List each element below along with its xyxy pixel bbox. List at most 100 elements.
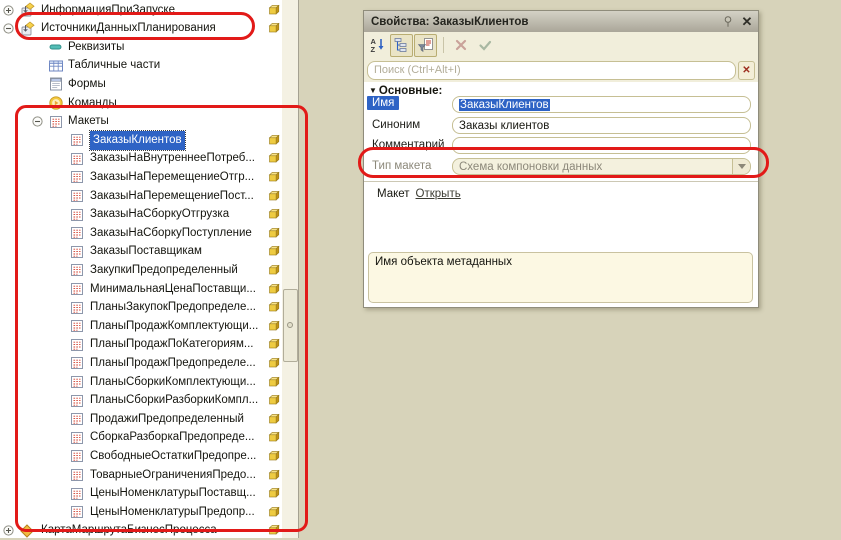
property-label[interactable]: Синоним (372, 119, 420, 131)
property-label[interactable]: Комментарий (372, 139, 444, 151)
tree-item[interactable]: Макеты (0, 112, 282, 131)
delete-button[interactable] (449, 34, 472, 57)
tree-item[interactable]: ЗаказыНаВнутреннееПотреб... (0, 149, 282, 168)
property-row: Тип макета Схема компоновки данных (364, 158, 758, 176)
tree-item-label: ИсточникиДанныхПланирования (41, 19, 216, 38)
tree-item[interactable]: СвободныеОстаткиПредопре... (0, 447, 282, 466)
captured-object-icon (268, 227, 280, 239)
tree-item[interactable]: СборкаРазборкаПредопреде... (0, 428, 282, 447)
close-icon[interactable]: ✕ (736, 14, 758, 30)
property-row: Имя ЗаказыКлиентов (364, 96, 758, 114)
tree-item[interactable]: ПланыСборкиРазборкиКомпл... (0, 391, 282, 410)
tree-item[interactable]: ЗаказыКлиентов (0, 131, 282, 150)
tree-item[interactable]: ПланыПродажПредопределе... (0, 354, 282, 373)
tree-item-label: ЗаказыНаВнутреннееПотреб... (90, 149, 255, 168)
tree-item-label: ЗаказыНаСборкуОтгрузка (90, 205, 229, 224)
tree-item-label: ПланыПродажПредопределе... (90, 354, 256, 373)
property-label[interactable]: Тип макета (372, 160, 431, 172)
tree-scrollbar[interactable] (282, 0, 299, 538)
property-row: Комментарий (364, 137, 758, 155)
tree-item[interactable]: ЦеныНоменклатурыПоставщ... (0, 484, 282, 503)
layout-icon (69, 262, 85, 278)
tree-item[interactable]: Реквизиты (0, 38, 282, 57)
tree-item[interactable]: ПланыПродажПоКатегориям... (0, 335, 282, 354)
captured-object-icon (268, 264, 280, 276)
tree-item-label: ПланыСборкиРазборкиКомпл... (90, 391, 258, 410)
tree-item-label: ЦеныНоменклатурыПредопр... (90, 503, 255, 522)
property-value-field[interactable]: ЗаказыКлиентов (452, 96, 751, 113)
captured-object-icon (268, 4, 280, 16)
tree-item[interactable]: ТоварныеОграниченияПредо... (0, 466, 282, 485)
tree-item-label: Формы (68, 75, 106, 94)
tree-item[interactable]: ИнформацияПриЗапуске (0, 1, 282, 20)
property-label[interactable]: Имя (367, 96, 399, 110)
captured-object-icon (268, 171, 280, 183)
expander-plus-icon[interactable] (3, 525, 14, 536)
layout-icon (69, 318, 85, 334)
tree-item[interactable]: ЗакупкиПредопределенный (0, 261, 282, 280)
properties-palette: Свойства: ЗаказыКлиентов ✕ AZ ✕ ▼Основны… (363, 10, 759, 308)
tree-item-label: ЗакупкиПредопределенный (90, 261, 238, 280)
attribute-icon (48, 39, 64, 55)
layout-label: Макет (377, 188, 410, 200)
properties-toolbar: AZ (364, 32, 758, 58)
tree-item-label: Реквизиты (68, 38, 124, 57)
layout-icon (69, 374, 85, 390)
captured-object-icon (268, 301, 280, 313)
tree-item[interactable]: КартаМаршрутаБизнесПроцесса (0, 521, 282, 540)
expander-minus-icon[interactable] (32, 116, 43, 127)
pin-icon[interactable] (720, 15, 736, 29)
layout-icon (69, 151, 85, 167)
tree-item-label: ЗаказыНаПеремещениеОтгр... (90, 168, 254, 187)
tree-item[interactable]: ПланыПродажКомплектующи... (0, 317, 282, 336)
selected-text: ЗаказыКлиентов (459, 99, 550, 111)
layout-icon (69, 430, 85, 446)
filter-button[interactable] (414, 34, 437, 57)
layout-icon (69, 504, 85, 520)
open-layout-link[interactable]: Открыть (416, 188, 461, 200)
captured-object-icon (268, 134, 280, 146)
tree-item[interactable]: Табличные части (0, 56, 282, 75)
dropdown-arrow-icon[interactable] (732, 159, 750, 174)
layout-icon (48, 114, 64, 130)
tree-item[interactable]: Формы (0, 75, 282, 94)
property-description: Имя объекта метаданных (368, 252, 753, 303)
tree-item-label: ЗаказыНаСборкуПоступление (90, 224, 252, 243)
tree-item[interactable]: ЗаказыПоставщикам (0, 242, 282, 261)
tree-item[interactable]: ПланыСборкиКомплектующи... (0, 373, 282, 392)
property-value-field[interactable]: Схема компоновки данных (452, 158, 751, 175)
tree-item-label: ТоварныеОграниченияПредо... (90, 466, 256, 485)
toolbar-separator (443, 37, 444, 53)
property-value-field[interactable]: Заказы клиентов (452, 117, 751, 134)
captured-object-icon (268, 208, 280, 220)
clear-search-icon[interactable]: ✕ (738, 61, 755, 80)
scrollbar-thumb[interactable] (283, 289, 298, 362)
captured-object-icon (268, 190, 280, 202)
captured-object-icon (268, 283, 280, 295)
tree-item[interactable]: МинимальнаяЦенаПоставщи... (0, 280, 282, 299)
search-input[interactable] (367, 61, 736, 80)
captured-object-icon (268, 357, 280, 369)
expander-plus-icon[interactable] (3, 5, 14, 16)
layout-icon (69, 486, 85, 502)
tree-item[interactable]: ИсточникиДанныхПланирования (0, 19, 282, 38)
property-row: Синоним Заказы клиентов (364, 117, 758, 135)
captured-object-icon (268, 469, 280, 481)
tree-item[interactable]: ЗаказыНаСборкуОтгрузка (0, 205, 282, 224)
tree-item[interactable]: ПланыЗакупокПредопределе... (0, 298, 282, 317)
tree-item-label: Макеты (68, 112, 109, 131)
apply-button[interactable] (473, 34, 496, 57)
svg-text:Z: Z (370, 45, 375, 54)
layout-icon (69, 281, 85, 297)
tree-item[interactable]: ЦеныНоменклатурыПредопр... (0, 503, 282, 522)
sort-az-button[interactable]: AZ (366, 34, 389, 57)
tree-item[interactable]: ЗаказыНаСборкуПоступление (0, 224, 282, 243)
tree-item[interactable]: ЗаказыНаПеремещениеПост... (0, 187, 282, 206)
property-value-field[interactable] (452, 137, 751, 154)
tree-item[interactable]: ПродажиПредопределенный (0, 410, 282, 429)
divider (364, 181, 758, 182)
categories-button[interactable] (390, 34, 413, 57)
tree-item[interactable]: ЗаказыНаПеремещениеОтгр... (0, 168, 282, 187)
expander-minus-icon[interactable] (3, 23, 14, 34)
tree-item[interactable]: Команды (0, 94, 282, 113)
